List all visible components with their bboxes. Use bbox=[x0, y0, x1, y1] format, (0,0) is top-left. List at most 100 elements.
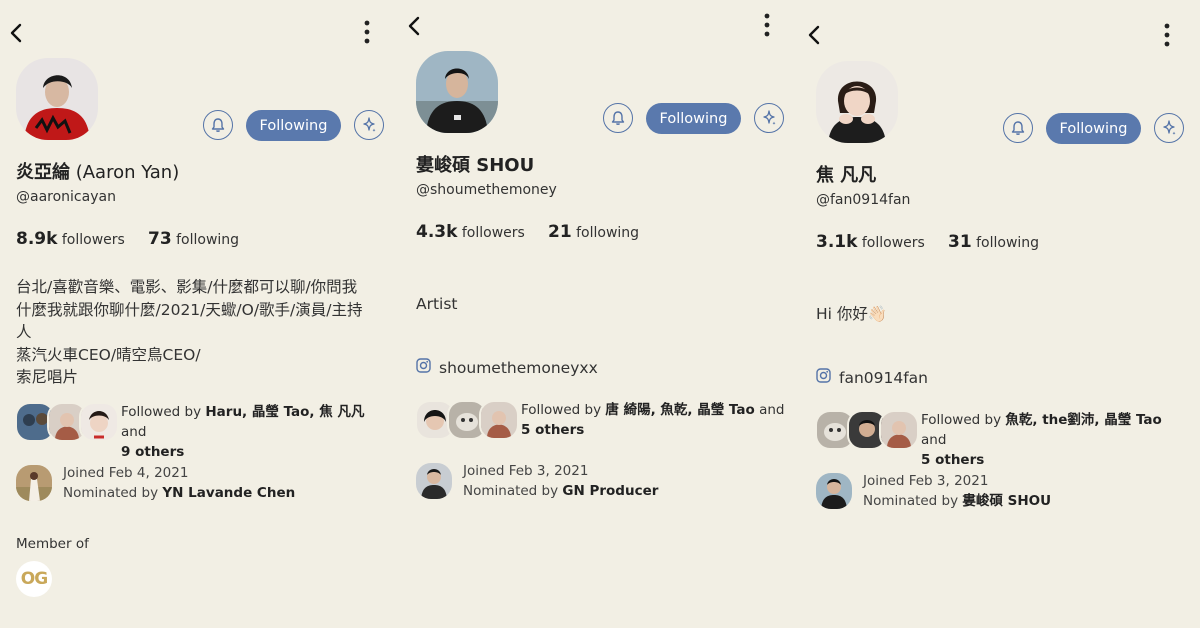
avatar bbox=[79, 402, 119, 442]
instagram-icon bbox=[416, 358, 431, 377]
bell-icon[interactable] bbox=[1003, 113, 1033, 143]
followed-by-prefix: Followed by bbox=[121, 404, 206, 420]
nominator-avatar[interactable] bbox=[816, 473, 852, 509]
join-info: Joined Feb 3, 2021 Nominated by GN Produ… bbox=[463, 461, 783, 501]
followers-label: followers bbox=[461, 225, 525, 241]
followed-by-and: and bbox=[121, 424, 147, 440]
sparkle-icon[interactable] bbox=[354, 110, 384, 140]
nominated-prefix: Nominated by bbox=[463, 483, 563, 499]
nominated-by[interactable]: Nominated by GN Producer bbox=[463, 481, 783, 501]
nominated-prefix: Nominated by bbox=[63, 485, 163, 501]
bell-icon[interactable] bbox=[603, 103, 633, 133]
bio-line: Artist bbox=[416, 295, 458, 313]
following-label: following bbox=[176, 232, 240, 248]
chevron-left-icon[interactable] bbox=[804, 24, 826, 46]
more-vertical-icon[interactable] bbox=[763, 12, 771, 38]
sparkle-icon[interactable] bbox=[754, 103, 784, 133]
bio-line: 台北/喜歡音樂、電影、影集/什麼都可以聊/你問我 bbox=[16, 278, 358, 296]
name-text: 炎亞綸 bbox=[16, 162, 70, 183]
bio-line: 人 bbox=[16, 323, 32, 341]
club-og-badge[interactable]: OG bbox=[16, 561, 52, 597]
profile-handle: @aaronicayan bbox=[16, 189, 116, 205]
followed-by-names: 魚乾, the劉沛, 晶瑩 Tao bbox=[1005, 412, 1162, 428]
joined-date: Joined Feb 4, 2021 bbox=[63, 465, 189, 481]
nominator-name: 婁峻碩 SHOU bbox=[962, 493, 1052, 509]
nominator-avatar[interactable] bbox=[416, 463, 452, 499]
join-info: Joined Feb 4, 2021 Nominated by YN Lavan… bbox=[63, 463, 383, 503]
followed-by-avatars[interactable] bbox=[15, 402, 119, 442]
followed-by-text[interactable]: Followed by 魚乾, the劉沛, 晶瑩 Tao and 5 other… bbox=[921, 410, 1191, 470]
nominator-name: GN Producer bbox=[562, 483, 659, 499]
followed-by-prefix: Followed by bbox=[921, 412, 1006, 428]
joined-date: Joined Feb 3, 2021 bbox=[863, 473, 989, 489]
followed-by-prefix: Followed by bbox=[521, 402, 606, 418]
followers-stat[interactable]: 8.9k followers bbox=[16, 229, 125, 249]
bell-icon[interactable] bbox=[203, 110, 233, 140]
avatar[interactable] bbox=[416, 51, 498, 133]
followers-stat[interactable]: 3.1k followers bbox=[816, 232, 925, 252]
followed-by-others: 5 others bbox=[921, 452, 985, 468]
following-count: 21 bbox=[548, 222, 572, 242]
bio-line: 什麼我就跟你聊什麼/2021/天蠍/O/歌手/演員/主持 bbox=[16, 300, 363, 319]
following-count: 73 bbox=[148, 229, 172, 249]
following-button[interactable]: Following bbox=[646, 103, 741, 134]
followed-by-avatars[interactable] bbox=[415, 400, 519, 440]
instagram-handle: fan0914fan bbox=[839, 368, 929, 387]
nominated-prefix: Nominated by bbox=[863, 493, 963, 509]
bio-line: 蒸汽火車CEO/晴空鳥CEO/ bbox=[16, 345, 201, 364]
followed-by-others: 9 others bbox=[121, 444, 185, 460]
followed-by-and: and bbox=[754, 402, 785, 418]
followed-by-others: 5 others bbox=[521, 422, 585, 438]
profile-bio: 台北/喜歡音樂、電影、影集/什麼都可以聊/你問我 什麼我就跟你聊什麼/2021/… bbox=[16, 276, 386, 389]
following-stat[interactable]: 21 following bbox=[548, 222, 639, 242]
avatar[interactable] bbox=[16, 58, 98, 140]
instagram-link[interactable]: fan0914fan bbox=[816, 368, 928, 387]
instagram-link[interactable]: shoumethemoneyxx bbox=[416, 358, 598, 377]
followed-by-avatars[interactable] bbox=[815, 410, 919, 450]
followed-by-and: and bbox=[921, 432, 947, 448]
following-label: following bbox=[576, 225, 640, 241]
followers-stat[interactable]: 4.3k followers bbox=[416, 222, 525, 242]
following-label: following bbox=[976, 235, 1040, 251]
profile-bio: Artist bbox=[416, 293, 786, 316]
followers-count: 3.1k bbox=[816, 232, 858, 252]
more-vertical-icon[interactable] bbox=[363, 19, 371, 45]
more-vertical-icon[interactable] bbox=[1163, 22, 1171, 48]
avatar bbox=[479, 400, 519, 440]
followed-by-names: 唐 綺陽, 魚乾, 晶瑩 Tao bbox=[605, 402, 755, 418]
bio-line: 索尼唱片 bbox=[16, 368, 79, 386]
followers-count: 4.3k bbox=[416, 222, 458, 242]
member-of-label: Member of bbox=[16, 536, 89, 552]
following-count: 31 bbox=[948, 232, 972, 252]
nominator-avatar[interactable] bbox=[16, 465, 52, 501]
following-stat[interactable]: 31 following bbox=[948, 232, 1039, 252]
nominated-by[interactable]: Nominated by 婁峻碩 SHOU bbox=[863, 491, 1183, 511]
avatar[interactable] bbox=[816, 61, 898, 143]
name-suffix: (Aaron Yan) bbox=[70, 162, 180, 183]
sparkle-icon[interactable] bbox=[1154, 113, 1184, 143]
profile-panel-shou: Following 婁峻碩 SHOU @shoumethemoney 4.3k … bbox=[400, 0, 800, 628]
followers-count: 8.9k bbox=[16, 229, 58, 249]
following-button[interactable]: Following bbox=[246, 110, 341, 141]
chevron-left-icon[interactable] bbox=[6, 22, 28, 44]
profile-name: 焦 凡凡 bbox=[816, 165, 877, 186]
followed-by-names: Haru, 晶瑩 Tao, 焦 凡凡 bbox=[205, 404, 365, 420]
chevron-left-icon[interactable] bbox=[404, 15, 426, 37]
avatar bbox=[879, 410, 919, 450]
following-stat[interactable]: 73 following bbox=[148, 229, 239, 249]
followers-label: followers bbox=[61, 232, 125, 248]
joined-date: Joined Feb 3, 2021 bbox=[463, 463, 589, 479]
followed-by-text[interactable]: Followed by 唐 綺陽, 魚乾, 晶瑩 Tao and 5 others bbox=[521, 400, 791, 440]
profile-panel-aaron: Following 炎亞綸 (Aaron Yan) @aaronicayan 8… bbox=[0, 0, 400, 628]
nominator-name: YN Lavande Chen bbox=[162, 485, 296, 501]
followed-by-text[interactable]: Followed by Haru, 晶瑩 Tao, 焦 凡凡 and 9 othe… bbox=[121, 402, 391, 462]
nominated-by[interactable]: Nominated by YN Lavande Chen bbox=[63, 483, 383, 503]
profile-handle: @shoumethemoney bbox=[416, 182, 557, 198]
profile-panel-fan: Following 焦 凡凡 @fan0914fan 3.1k follower… bbox=[800, 0, 1200, 628]
instagram-icon bbox=[816, 368, 831, 387]
profile-bio: Hi 你好👋🏻 bbox=[816, 303, 1186, 326]
profile-handle: @fan0914fan bbox=[816, 192, 911, 208]
followers-label: followers bbox=[861, 235, 925, 251]
following-button[interactable]: Following bbox=[1046, 113, 1141, 144]
profile-name: 炎亞綸 (Aaron Yan) bbox=[16, 158, 179, 184]
